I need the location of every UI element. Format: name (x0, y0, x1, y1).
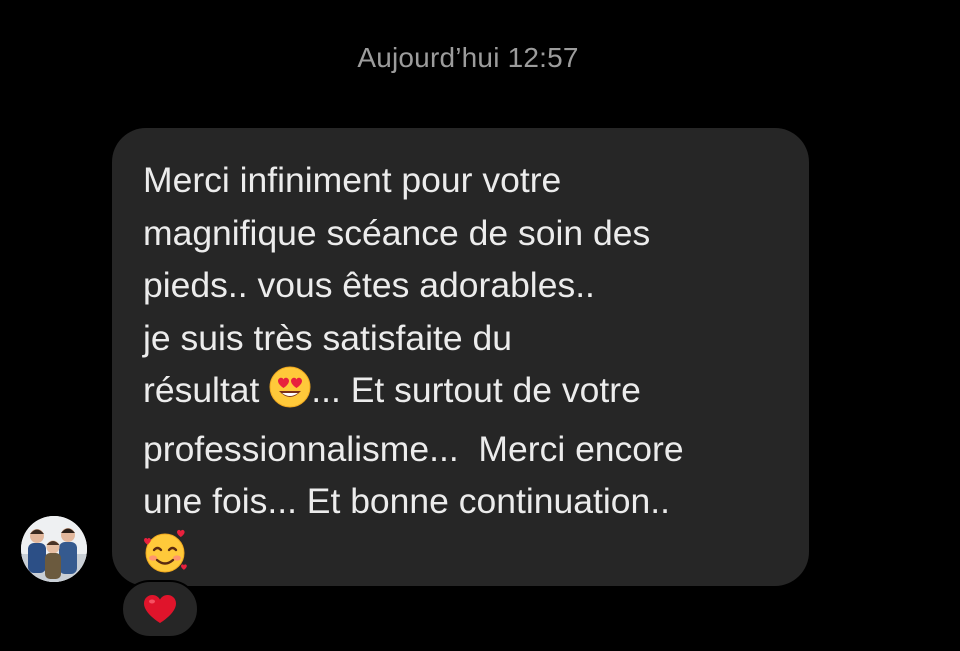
message-line: une fois... Et bonne continuation.. (143, 481, 670, 521)
message-bubble[interactable]: Merci infiniment pour votre magnifique s… (112, 128, 809, 586)
red-heart-icon (144, 595, 176, 623)
message-line: magnifique scéance de soin des (143, 212, 651, 253)
reaction-badge[interactable] (121, 580, 199, 638)
message-timestamp: Aujourd’hui 12:57 (357, 42, 579, 73)
avatar-photo (21, 516, 87, 582)
message-line: je suis très satisfaite du (143, 317, 512, 358)
smiling-face-with-hearts-icon (143, 528, 189, 589)
message-line: pieds.. vous êtes adorables.. (143, 265, 595, 305)
message-line: professionnalisme... Merci encore (143, 428, 684, 469)
message-line-with-emoji: résultat ... Et surtout de votre (143, 364, 789, 423)
message-line-part: ... Et surtout de votre (311, 370, 641, 410)
sender-avatar[interactable] (21, 516, 87, 582)
message-line-emoji-only (143, 528, 789, 589)
heart-eyes-emoji-icon (269, 366, 311, 423)
message-line: Merci infiniment pour votre (143, 160, 562, 200)
message-line-part: résultat (143, 370, 260, 410)
